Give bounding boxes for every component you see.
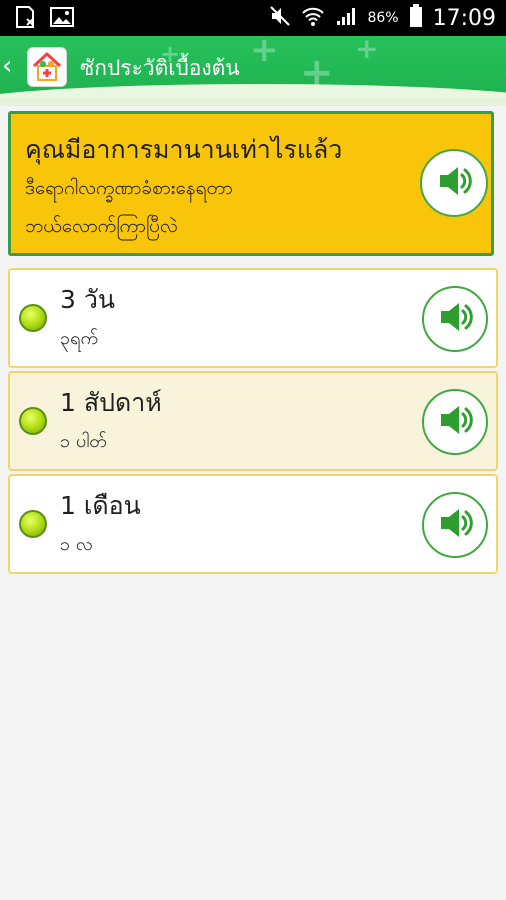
decor-plus-icon: + bbox=[250, 36, 279, 70]
appbar-curve bbox=[0, 84, 506, 98]
speaker-icon bbox=[435, 503, 475, 547]
battery-percent: 86% bbox=[367, 10, 399, 26]
wifi-icon bbox=[301, 5, 325, 31]
option-1-week[interactable]: 1 สัปดาห์ ၁ ပါတ် bbox=[8, 371, 498, 471]
radio-bullet-icon[interactable] bbox=[19, 407, 47, 435]
appbar-shadow bbox=[0, 98, 506, 106]
back-chevron-icon[interactable]: ‹ bbox=[2, 53, 12, 79]
speaker-icon bbox=[435, 400, 475, 444]
option-play-audio-button[interactable] bbox=[422, 389, 488, 455]
speaker-icon bbox=[434, 161, 474, 205]
clock: 17:09 bbox=[432, 5, 496, 31]
option-burmese-label: ၃ရက် bbox=[60, 328, 99, 349]
radio-bullet-icon[interactable] bbox=[19, 304, 47, 332]
option-3-days[interactable]: 3 วัน ၃ရက် bbox=[8, 268, 498, 368]
speaker-icon bbox=[435, 297, 475, 341]
radio-bullet-icon[interactable] bbox=[19, 510, 47, 538]
decor-plus-icon: + bbox=[355, 36, 379, 65]
sd-card-icon bbox=[14, 6, 36, 32]
option-thai-label: 3 วัน bbox=[60, 285, 115, 314]
app-logo-icon[interactable] bbox=[28, 48, 66, 86]
option-play-audio-button[interactable] bbox=[422, 286, 488, 352]
option-thai-label: 1 สัปดาห์ bbox=[60, 388, 162, 417]
status-bar: 86% 17:09 bbox=[0, 0, 506, 36]
signal-icon bbox=[335, 5, 357, 31]
option-burmese-label: ၁ ပါတ် bbox=[60, 431, 107, 452]
question-card: คุณมีอาการมานานเท่าไรแล้ว ဒီရောဂါလက္ခဏာခ… bbox=[8, 111, 494, 256]
question-play-audio-button[interactable] bbox=[420, 149, 488, 217]
option-burmese-label: ၁ လ bbox=[60, 534, 93, 555]
page-title: ซักประวัติเบื้องต้น bbox=[80, 56, 240, 80]
question-burmese-line2: ဘယ်လောက်ကြာပြီလဲ bbox=[25, 215, 178, 237]
image-icon bbox=[50, 6, 74, 32]
option-play-audio-button[interactable] bbox=[422, 492, 488, 558]
app-bar: + + + + ‹ ซักประวัติเบื้องต้น bbox=[0, 36, 506, 98]
question-burmese-line1: ဒီရောဂါလက္ခဏာခံစားနေရတာ bbox=[25, 177, 233, 199]
battery-icon bbox=[409, 4, 423, 32]
mute-icon bbox=[269, 5, 291, 31]
option-thai-label: 1 เดือน bbox=[60, 491, 141, 520]
question-thai: คุณมีอาการมานานเท่าไรแล้ว bbox=[25, 135, 343, 164]
option-1-month[interactable]: 1 เดือน ၁ လ bbox=[8, 474, 498, 574]
